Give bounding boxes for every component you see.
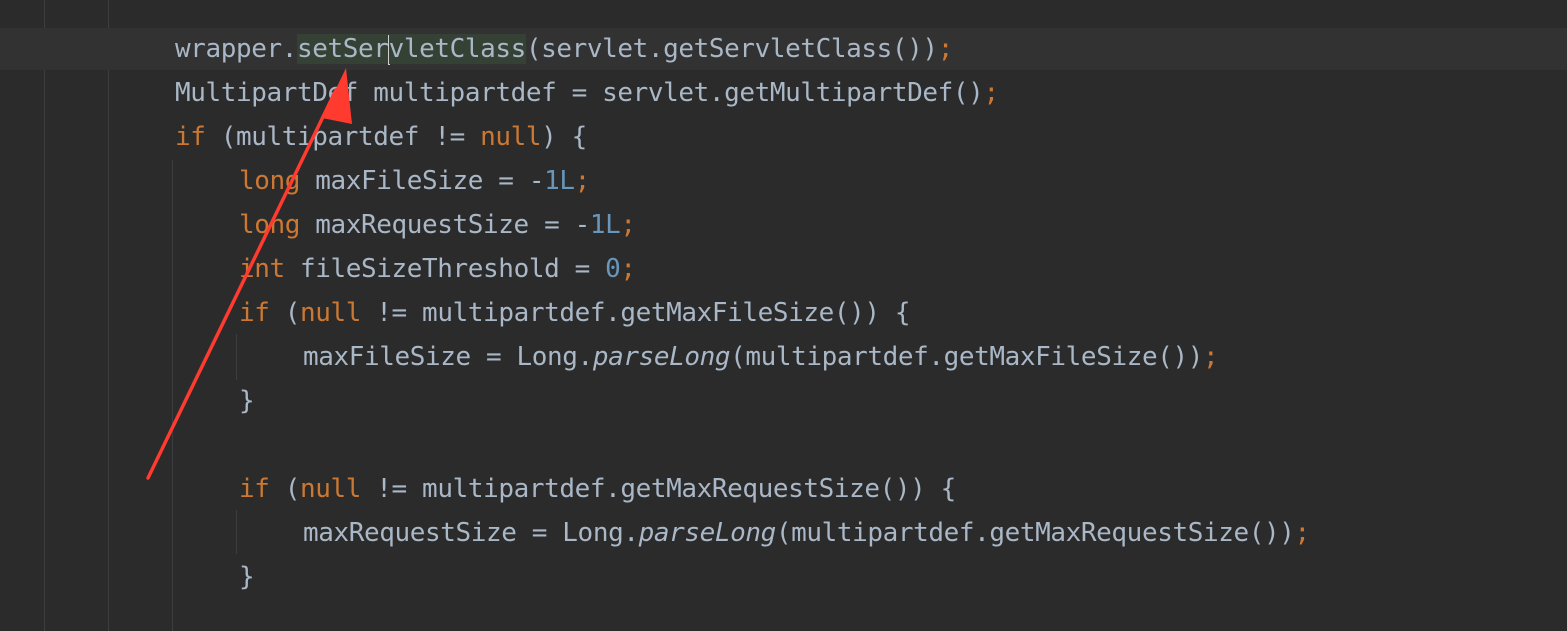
arrow-head xyxy=(322,68,352,124)
code-editor[interactable]: wrapper.setServletClass(servlet.getServl… xyxy=(0,0,1567,631)
red-arrow-annotation-icon xyxy=(146,68,352,480)
